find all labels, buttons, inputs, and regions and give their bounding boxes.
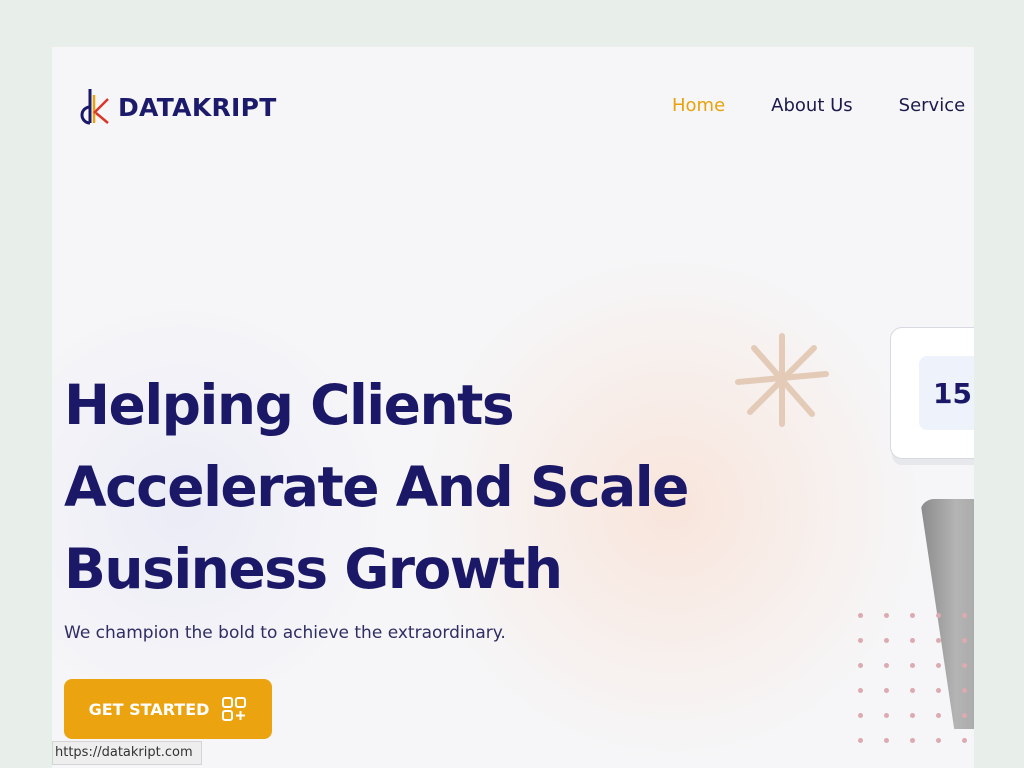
hero-title: Helping Clients Accelerate And Scale Bus… bbox=[64, 364, 689, 610]
get-started-label: GET STARTED bbox=[88, 699, 210, 719]
brand-name: DATAKRIPT bbox=[118, 92, 277, 122]
stat-value: 15K bbox=[919, 356, 974, 430]
get-started-button[interactable]: GET STARTED bbox=[64, 679, 272, 739]
nav-about-us[interactable]: About Us bbox=[771, 95, 853, 116]
hero-title-line2-rest: Scale bbox=[512, 455, 689, 519]
nav-home[interactable]: Home bbox=[672, 95, 725, 116]
status-bar-url: https://datakript.com bbox=[52, 741, 202, 765]
hero-title-line2: Accelerate And Scale bbox=[64, 446, 689, 528]
brand-logo[interactable]: DATAKRIPT bbox=[78, 87, 277, 127]
dot-pattern bbox=[858, 613, 974, 763]
nav-service[interactable]: Service bbox=[899, 95, 966, 116]
asterisk-icon bbox=[735, 333, 829, 427]
main-nav: Home About Us Service bbox=[672, 95, 965, 116]
hero-title-line1: Helping Clients bbox=[64, 373, 515, 437]
browser-viewport: DATAKRIPT Home About Us Service 15K Help… bbox=[52, 47, 974, 768]
apps-add-icon bbox=[222, 697, 247, 721]
hero-title-line3: Business Growth bbox=[64, 537, 563, 601]
stat-card: 15K bbox=[890, 327, 974, 459]
hero-title-highlight: Accelerate And bbox=[64, 446, 514, 528]
dk-logo-icon bbox=[80, 89, 109, 125]
hero-tagline: We champion the bold to achieve the extr… bbox=[64, 623, 506, 643]
